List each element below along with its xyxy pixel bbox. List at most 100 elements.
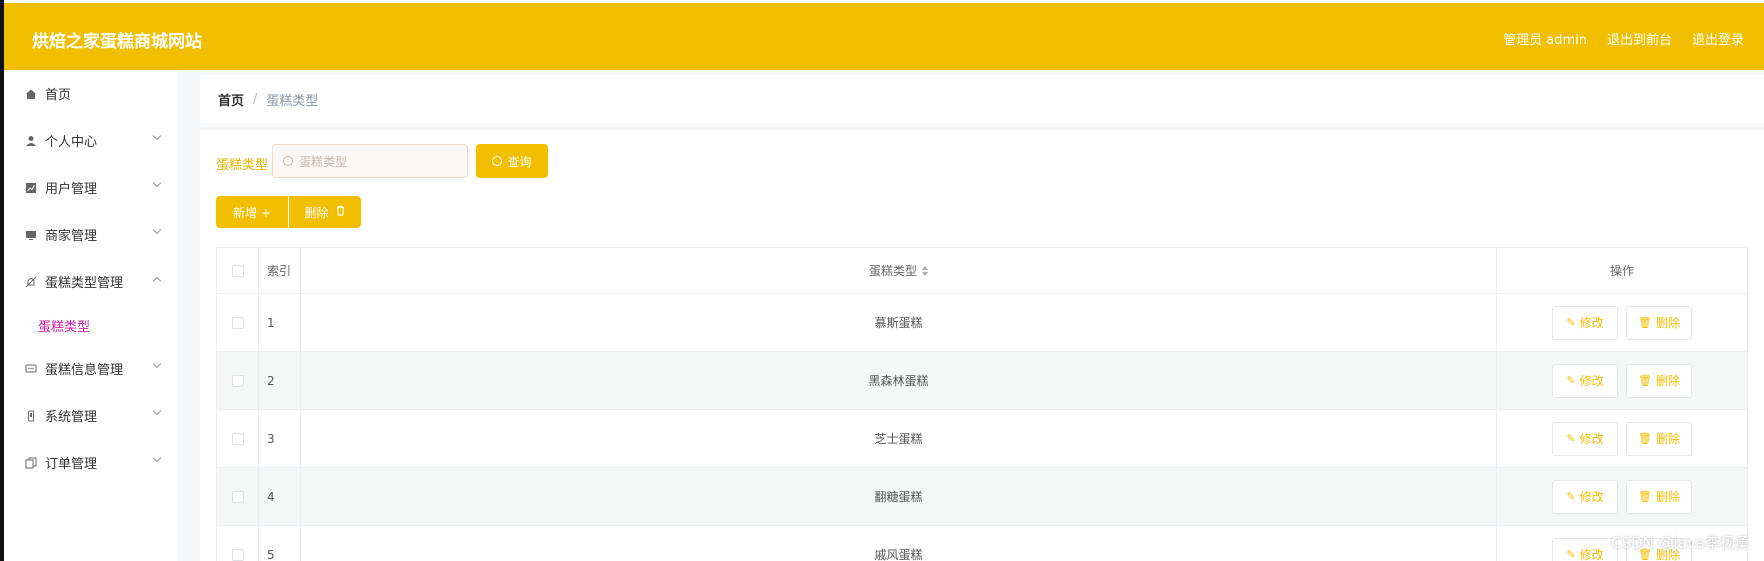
- logout-link[interactable]: 退出登录: [1692, 29, 1744, 48]
- sidebar-item-cake-types[interactable]: 蛋糕类型管理: [4, 258, 178, 305]
- row-checkbox[interactable]: [231, 374, 244, 387]
- table-row: 1 慕斯蛋糕 ✎ 修改 🗑 删除: [217, 294, 1747, 352]
- sidebar: 首页 个人中心 用户管理 商家管理 蛋糕类型管理 蛋糕类型 蛋糕信息管理 系统管…: [4, 70, 178, 561]
- trash-icon: [335, 205, 346, 219]
- chevron-down-icon: [152, 131, 162, 141]
- search-icon: [492, 156, 503, 166]
- edit-label: 修改: [1579, 548, 1604, 561]
- chevron-down-icon: [152, 406, 162, 416]
- sidebar-item-cake-info[interactable]: 蛋糕信息管理: [4, 345, 178, 392]
- row-cake-type: 黑森林蛋糕: [301, 352, 1497, 409]
- edit-button[interactable]: ✎ 修改: [1552, 363, 1618, 398]
- chevron-down-icon: [152, 225, 162, 235]
- watermark: CSDN @java李杨勇: [1611, 534, 1750, 552]
- sidebar-item-merchants[interactable]: 商家管理: [4, 211, 178, 258]
- edit-icon: ✎: [1566, 316, 1576, 329]
- search-input[interactable]: 蛋糕类型: [272, 144, 468, 178]
- delete-button[interactable]: 🗑 删除: [1626, 305, 1692, 340]
- delete-button-label: 删除: [304, 205, 329, 220]
- table-header-row: 索引 蛋糕类型 操作: [217, 248, 1747, 294]
- search-placeholder: 蛋糕类型: [299, 154, 348, 169]
- breadcrumb-home[interactable]: 首页: [218, 90, 244, 109]
- main-content: 蛋糕类型 蛋糕类型 查询 新增 + 删除 索引 蛋糕类型 操作 1 慕斯蛋糕 ✎…: [200, 130, 1764, 561]
- delete-button[interactable]: 🗑 删除: [1626, 421, 1692, 456]
- chevron-up-icon: [152, 276, 162, 286]
- edit-button[interactable]: ✎ 修改: [1552, 479, 1618, 514]
- edit-label: 修改: [1579, 432, 1604, 446]
- row-checkbox[interactable]: [231, 316, 244, 329]
- sidebar-item-label: 系统管理: [45, 410, 98, 425]
- row-index: 2: [259, 352, 301, 409]
- user-icon: [24, 134, 37, 147]
- header-cake-type[interactable]: 蛋糕类型: [301, 248, 1497, 293]
- admin-label: 管理员 admin: [1503, 33, 1587, 48]
- row-ops: ✎ 修改 🗑 删除: [1497, 294, 1747, 351]
- row-index: 5: [259, 526, 301, 561]
- delete-label: 删除: [1655, 316, 1680, 330]
- header-ops: 操作: [1609, 264, 1634, 278]
- edit-icon: ✎: [1566, 374, 1576, 387]
- table-row: 4 翻糖蛋糕 ✎ 修改 🗑 删除: [217, 468, 1747, 526]
- delete-label: 删除: [1655, 432, 1680, 446]
- edit-icon: ✎: [1566, 490, 1576, 503]
- select-all-checkbox[interactable]: [231, 264, 244, 277]
- phone-icon: [24, 409, 37, 422]
- sidebar-item-personal[interactable]: 个人中心: [4, 117, 178, 164]
- delete-label: 删除: [1655, 374, 1680, 388]
- add-button-label: 新增 +: [233, 205, 271, 220]
- row-checkbox[interactable]: [231, 490, 244, 503]
- delete-button[interactable]: 🗑 删除: [1626, 363, 1692, 398]
- row-cake-type: 慕斯蛋糕: [301, 294, 1497, 351]
- row-index: 1: [259, 294, 301, 351]
- sidebar-item-system[interactable]: 系统管理: [4, 392, 178, 439]
- back-to-front-link[interactable]: 退出到前台: [1607, 29, 1672, 48]
- table-row: 5 戚风蛋糕 ✎ 修改 🗑 删除: [217, 526, 1747, 561]
- row-checkbox[interactable]: [231, 432, 244, 445]
- sidebar-item-label: 商家管理: [45, 229, 98, 244]
- edit-button[interactable]: ✎ 修改: [1552, 421, 1618, 456]
- top-actions: 管理员 admin 退出到前台 退出登录: [1503, 29, 1744, 48]
- table-row: 2 黑森林蛋糕 ✎ 修改 🗑 删除: [217, 352, 1747, 410]
- header-index: 索引: [259, 248, 301, 293]
- breadcrumb: 首页 / 蛋糕类型: [200, 75, 1764, 123]
- row-checkbox-cell: [217, 410, 259, 467]
- top-header: 烘焙之家蛋糕商城网站 管理员 admin 退出到前台 退出登录: [4, 0, 1764, 70]
- sidebar-item-label: 订单管理: [45, 457, 98, 472]
- row-ops: ✎ 修改 🗑 删除: [1497, 468, 1747, 525]
- edit-label: 修改: [1579, 316, 1604, 330]
- breadcrumb-separator: /: [253, 91, 258, 107]
- cake-type-table: 索引 蛋糕类型 操作 1 慕斯蛋糕 ✎ 修改 🗑 删除 2 黑森林蛋糕 ✎ 修改 🗑 删…: [216, 247, 1748, 561]
- edit-label: 修改: [1579, 374, 1604, 388]
- sidebar-item-label: 蛋糕信息管理: [45, 363, 124, 378]
- row-checkbox-cell: [217, 352, 259, 409]
- breadcrumb-current: 蛋糕类型: [266, 93, 319, 109]
- row-checkbox[interactable]: [231, 548, 244, 561]
- edit-button[interactable]: ✎ 修改: [1552, 305, 1618, 340]
- bell-off-icon: [24, 275, 37, 288]
- edit-button[interactable]: ✎ 修改: [1552, 537, 1618, 561]
- batch-delete-button[interactable]: 删除: [289, 196, 361, 228]
- sidebar-item-home[interactable]: 首页: [4, 70, 178, 117]
- row-checkbox-cell: [217, 294, 259, 351]
- row-index: 3: [259, 410, 301, 467]
- table-row: 3 芝士蛋糕 ✎ 修改 🗑 删除: [217, 410, 1747, 468]
- sidebar-item-label: 蛋糕类型管理: [45, 276, 124, 291]
- sort-icon[interactable]: [922, 265, 928, 276]
- row-index: 4: [259, 468, 301, 525]
- chevron-down-icon: [152, 453, 162, 463]
- sidebar-item-label: 用户管理: [45, 182, 98, 197]
- sidebar-item-label: 个人中心: [45, 135, 98, 150]
- sidebar-subitem-cake-type[interactable]: 蛋糕类型: [4, 305, 178, 345]
- delete-button[interactable]: 🗑 删除: [1626, 479, 1692, 514]
- sidebar-item-users[interactable]: 用户管理: [4, 164, 178, 211]
- header-cake-type-label: 蛋糕类型: [868, 264, 917, 278]
- header-checkbox-cell: [217, 248, 259, 293]
- query-button[interactable]: 查询: [476, 144, 548, 178]
- sidebar-item-orders[interactable]: 订单管理: [4, 439, 178, 486]
- chevron-down-icon: [152, 359, 162, 369]
- row-cake-type: 戚风蛋糕: [301, 526, 1497, 561]
- trash-icon: 🗑: [1638, 374, 1652, 387]
- add-button[interactable]: 新增 +: [216, 196, 288, 228]
- row-cake-type: 芝士蛋糕: [301, 410, 1497, 467]
- edit-icon: ✎: [1566, 548, 1576, 561]
